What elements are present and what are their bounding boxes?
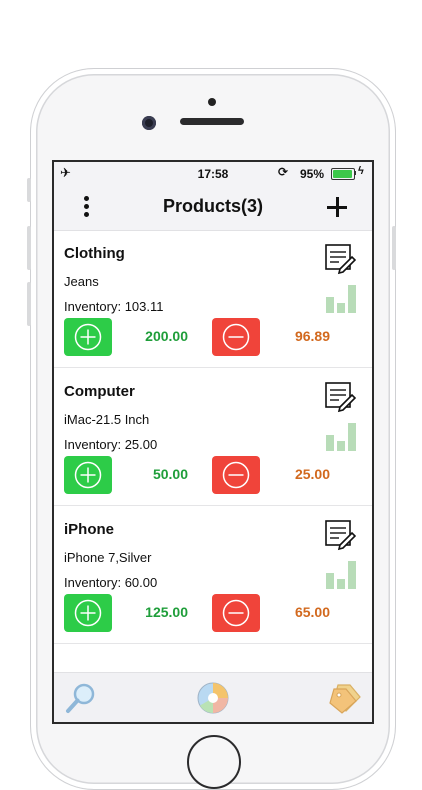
status-bar: ✈ 17:58 ⟳ 95% ϟ: [54, 162, 372, 186]
home-button[interactable]: [187, 735, 241, 789]
plus-circle-icon: [74, 599, 102, 627]
edit-note-icon[interactable]: [324, 243, 357, 275]
product-name: Jeans: [64, 274, 99, 289]
orientation-lock-icon: ⟳: [278, 165, 289, 179]
battery-icon: [331, 168, 355, 180]
product-category: Computer: [64, 383, 135, 400]
stock-in-amount: 125.00: [145, 604, 188, 620]
bar-chart-icon[interactable]: [324, 283, 358, 315]
product-category: iPhone: [64, 521, 115, 538]
plus-circle-icon: [74, 323, 102, 351]
product-row-2[interactable]: iPhone iPhone 7,Silver Inventory: 60.00: [54, 506, 372, 644]
navigation-bar: Products(3): [54, 186, 372, 231]
mute-switch: [27, 178, 31, 202]
stock-out-amount: 65.00: [294, 604, 330, 620]
stock-in-amount: 200.00: [145, 328, 188, 344]
stock-in-button[interactable]: [64, 318, 112, 356]
stock-out-button[interactable]: [212, 594, 260, 632]
earpiece-speaker: [180, 118, 244, 125]
stock-out-button[interactable]: [212, 318, 260, 356]
battery-percent: 95%: [300, 167, 325, 181]
edit-note-icon[interactable]: [324, 381, 357, 413]
product-inventory: Inventory: 60.00: [64, 575, 158, 590]
edit-note-icon[interactable]: [324, 519, 357, 551]
stock-out-button[interactable]: [212, 456, 260, 494]
power-button: [392, 226, 396, 270]
stock-out-amount: 25.00: [294, 466, 330, 482]
minus-circle-icon: [222, 323, 250, 351]
product-name: iPhone 7,Silver: [64, 550, 152, 565]
tags-icon[interactable]: [328, 681, 362, 715]
product-row-1[interactable]: Computer iMac-21.5 Inch Inventory: 25.00: [54, 368, 372, 506]
volume-up-button: [27, 226, 31, 270]
charging-icon: ϟ: [358, 165, 364, 177]
product-row-0[interactable]: Clothing Jeans Inventory: 103.11 200.00 …: [54, 230, 372, 368]
product-inventory: Inventory: 103.11: [64, 299, 164, 314]
stock-in-button[interactable]: [64, 456, 112, 494]
minus-circle-icon: [222, 461, 250, 489]
tab-bar: [54, 672, 372, 722]
volume-down-button: [27, 282, 31, 326]
product-name: iMac-21.5 Inch: [64, 412, 150, 427]
pie-chart-icon[interactable]: [196, 681, 230, 715]
app-screen: ✈ 17:58 ⟳ 95% ϟ Products(3) Clothing Jea…: [52, 160, 374, 724]
bar-chart-icon[interactable]: [324, 421, 358, 453]
stock-in-button[interactable]: [64, 594, 112, 632]
plus-icon[interactable]: [324, 194, 350, 220]
plus-circle-icon: [74, 461, 102, 489]
product-inventory: Inventory: 25.00: [64, 437, 158, 452]
battery-level: [333, 170, 352, 178]
minus-circle-icon: [222, 599, 250, 627]
front-sensor: [208, 98, 216, 106]
stock-out-amount: 96.89: [294, 328, 330, 344]
product-list: Clothing Jeans Inventory: 103.11 200.00 …: [54, 230, 372, 644]
stock-in-amount: 50.00: [152, 466, 188, 482]
product-category: Clothing: [64, 245, 125, 262]
bar-chart-icon[interactable]: [324, 559, 358, 591]
front-camera: [142, 116, 156, 130]
battery-nub: [354, 171, 356, 175]
magnifier-icon[interactable]: [64, 681, 98, 715]
status-time: 17:58: [197, 167, 229, 181]
